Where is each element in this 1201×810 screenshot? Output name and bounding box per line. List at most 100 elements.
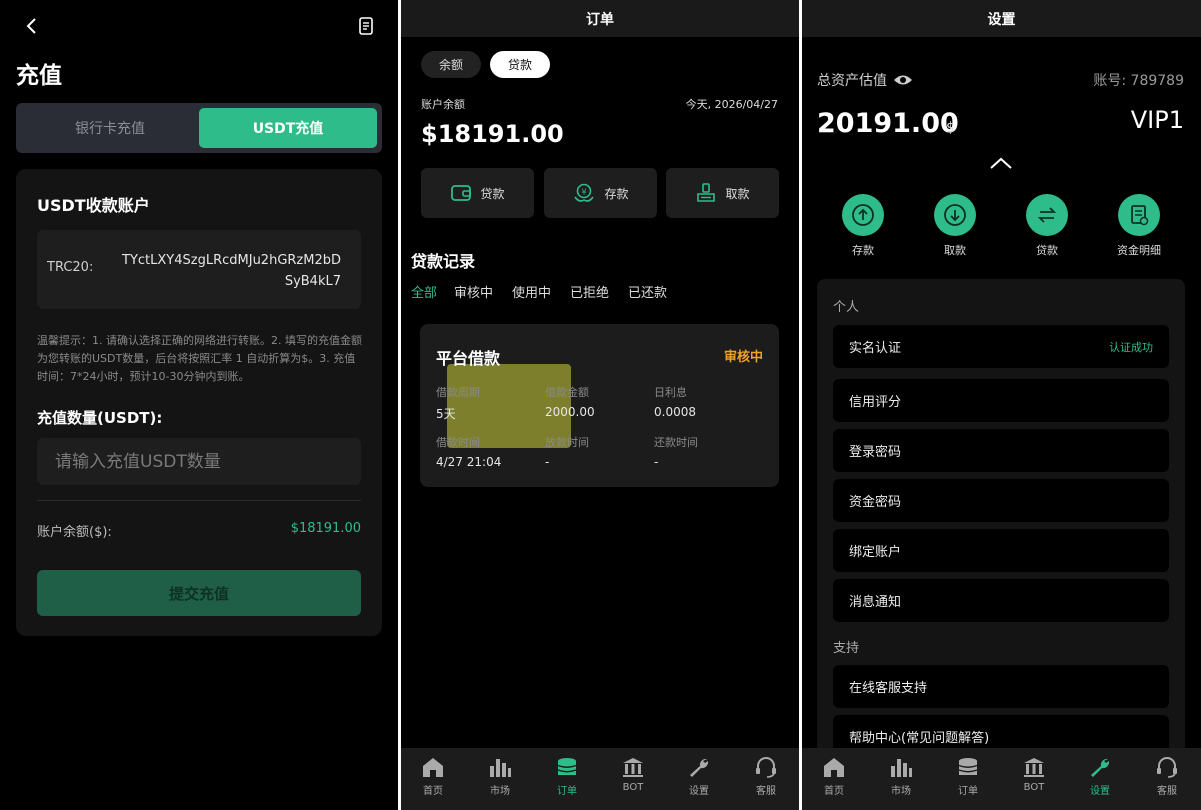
address-box[interactable]: TRC20: TYctLXY4SzgLRcdMJu2hGRzM2bDSyB4kL…	[37, 230, 361, 309]
recharge-screen: 充值 银行卡充值 USDT充值 USDT收款账户 TRC20: TYctLXY4…	[0, 0, 398, 810]
nav-bot[interactable]: BOT	[608, 756, 658, 793]
menu-login-password[interactable]: 登录密码	[833, 429, 1169, 472]
home-icon	[824, 758, 844, 777]
field-value: 4/27 21:04	[436, 455, 502, 469]
nav-support[interactable]: 客服	[741, 756, 791, 797]
nav-support[interactable]: 客服	[1142, 756, 1192, 797]
nav-order[interactable]: 订单	[542, 756, 592, 797]
nav-order[interactable]: 订单	[943, 756, 993, 797]
header-title: 设置	[802, 0, 1201, 37]
page-title: 充值	[16, 63, 62, 89]
wallet-icon	[450, 183, 472, 203]
account-label: 账户余额	[421, 98, 465, 111]
chart-icon	[490, 759, 511, 777]
tab-usdt[interactable]: USDT充值	[199, 108, 377, 148]
withdraw-label: 取款	[725, 186, 750, 201]
loan-status: 审核中	[723, 350, 763, 365]
record-icon[interactable]	[358, 17, 374, 35]
nav-settings[interactable]: 设置	[1075, 756, 1125, 797]
field-value: 2000.00	[545, 405, 595, 419]
quick-loan[interactable]: 贷款	[1007, 194, 1087, 258]
nav-label: 首页	[423, 786, 443, 797]
quick-label: 贷款	[1036, 244, 1058, 257]
asset-label: 总资产估值	[817, 73, 887, 89]
filter-reviewing[interactable]: 审核中	[454, 282, 493, 301]
filter-rejected[interactable]: 已拒绝	[570, 282, 609, 301]
tab-bank-card[interactable]: 银行卡充值	[21, 108, 199, 148]
group-support: 支持	[833, 641, 860, 656]
quantity-input[interactable]	[37, 438, 361, 485]
chevron-up-icon[interactable]	[989, 156, 1013, 170]
filter-repaid[interactable]: 已还款	[628, 282, 667, 301]
filter-all[interactable]: 全部	[411, 282, 437, 301]
menu-online-support[interactable]: 在线客服支持	[833, 665, 1169, 708]
menu-bind-account[interactable]: 绑定账户	[833, 529, 1169, 572]
coins-icon	[958, 758, 978, 775]
svg-text:¥: ¥	[582, 188, 587, 197]
bank-icon	[623, 758, 643, 777]
nav-label: 客服	[756, 786, 776, 797]
wrench-icon	[1091, 758, 1110, 777]
menu-fund-password[interactable]: 资金密码	[833, 479, 1169, 522]
menu-notifications[interactable]: 消息通知	[833, 579, 1169, 622]
usdt-card: USDT收款账户 TRC20: TYctLXY4SzgLRcdMJu2hGRzM…	[16, 169, 382, 636]
tip-text: 温馨提示：1. 请确认选择正确的网络进行转账。2. 填写的充值金额为您转账的US…	[37, 334, 362, 383]
withdraw-button[interactable]: 取款	[666, 168, 779, 218]
quick-fund-details[interactable]: 资金明细	[1099, 194, 1179, 258]
divider	[37, 500, 361, 501]
group-personal: 个人	[833, 300, 860, 315]
filter-in-use[interactable]: 使用中	[512, 282, 551, 301]
nav-home[interactable]: 首页	[408, 756, 458, 797]
nav-bot[interactable]: BOT	[1009, 756, 1059, 793]
balance-value: $18191.00	[290, 521, 361, 536]
submit-button[interactable]: 提交充值	[37, 570, 361, 616]
back-icon[interactable]	[24, 16, 40, 36]
nav-label: BOT	[622, 782, 644, 793]
field-label: 还款时间	[654, 436, 698, 449]
nav-home[interactable]: 首页	[809, 756, 859, 797]
loan-title: 平台借款	[436, 349, 501, 368]
field-value: 0.0008	[654, 405, 696, 419]
nav-market[interactable]: 市场	[876, 756, 926, 797]
nav-settings[interactable]: 设置	[674, 756, 724, 797]
tab-balance[interactable]: 余额	[421, 51, 481, 78]
settings-screen: 设置 总资产估值 账号: 789789 20191.00 $ VIP1 存款 取…	[802, 0, 1201, 810]
quick-deposit[interactable]: 存款	[823, 194, 903, 258]
nav-label: 设置	[1090, 786, 1110, 797]
deposit-label: 存款	[604, 186, 629, 201]
header-title: 订单	[401, 0, 799, 37]
tab-loan[interactable]: 贷款	[490, 51, 550, 78]
transfer-icon	[1026, 194, 1068, 236]
loan-card[interactable]: 平台借款 审核中 借款周期 5天 借款金额 2000.00 日利息 0.0008…	[420, 324, 779, 487]
loan-label: 贷款	[480, 186, 505, 201]
quantity-label: 充值数量(USDT):	[37, 409, 163, 427]
menu-credit-score[interactable]: 信用评分	[833, 379, 1169, 422]
bottom-nav: 首页 市场 订单 BOT 设置 客服	[401, 748, 799, 810]
download-icon	[934, 194, 976, 236]
quick-label: 存款	[852, 244, 874, 257]
deposit-button[interactable]: ¥ 存款	[544, 168, 657, 218]
nav-market[interactable]: 市场	[475, 756, 525, 797]
headset-icon	[1157, 757, 1177, 778]
nav-label: BOT	[1023, 782, 1045, 793]
field-label: 放款时间	[545, 436, 589, 449]
field-value: 5天	[436, 407, 456, 421]
field-label: 日利息	[654, 386, 687, 399]
loan-button[interactable]: 贷款	[421, 168, 534, 218]
recharge-method-tabs: 银行卡充值 USDT充值	[16, 103, 382, 153]
menu-label: 实名认证	[849, 341, 902, 356]
nav-label: 订单	[557, 786, 577, 797]
wallet-address: TYctLXY4SzgLRcdMJu2hGRzM2bDSyB4kL7	[122, 253, 341, 289]
settings-menu: 个人 实名认证 认证成功 信用评分 登录密码 资金密码 绑定账户 消息通知 支持 …	[817, 279, 1185, 759]
quick-withdraw[interactable]: 取款	[915, 194, 995, 258]
field-value: -	[545, 455, 550, 469]
asset-currency: $	[946, 120, 955, 136]
field-label: 借款金额	[545, 386, 589, 399]
vip-level: VIP1	[1130, 106, 1184, 134]
menu-label: 绑定账户	[849, 545, 902, 560]
account-balance: $18191.00	[421, 120, 564, 148]
asset-value: 20191.00	[817, 108, 959, 139]
menu-real-name[interactable]: 实名认证 认证成功	[833, 325, 1169, 368]
eye-icon[interactable]	[893, 73, 913, 87]
document-icon	[1118, 194, 1160, 236]
